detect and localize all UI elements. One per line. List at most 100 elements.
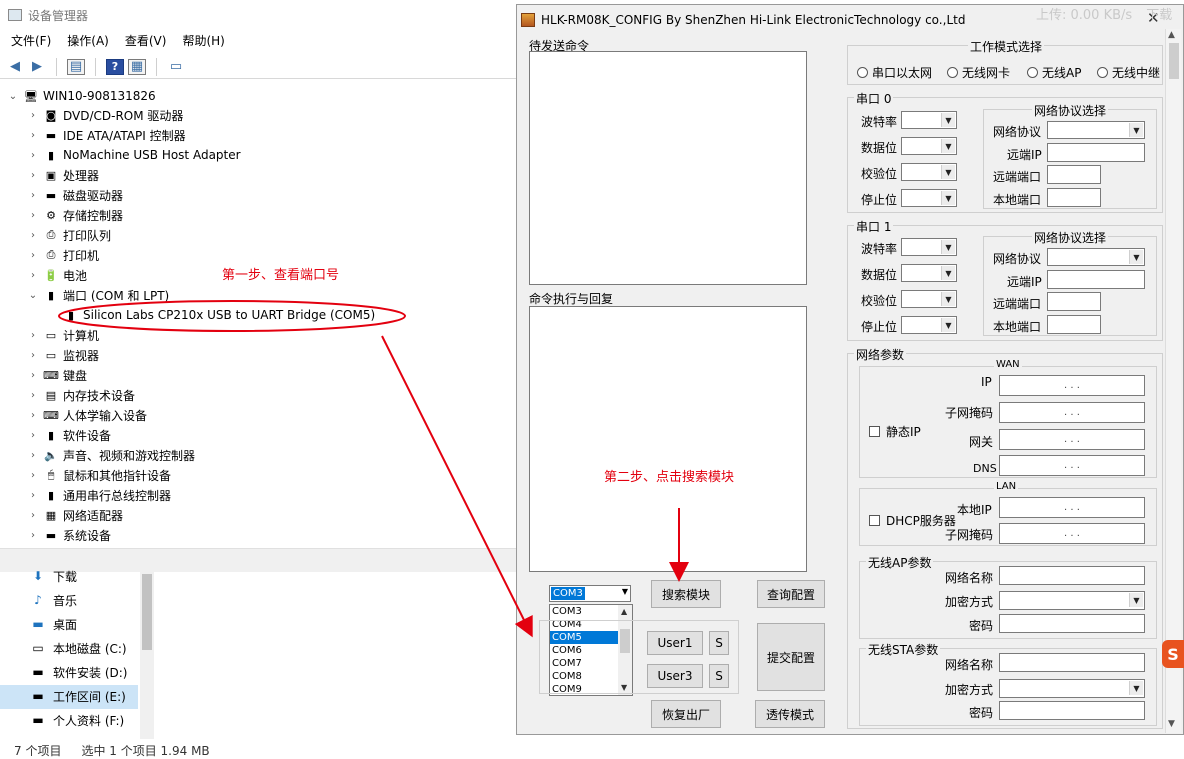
ime-s-icon[interactable]: S [1162, 640, 1184, 668]
sta-encryption-select[interactable]: ▼ [999, 679, 1145, 698]
serial0-local-port-input[interactable] [1047, 188, 1101, 207]
chevron-right-icon[interactable]: › [26, 170, 40, 181]
properties-icon[interactable]: ▤ [67, 58, 85, 75]
chevron-down-icon[interactable]: ▼ [941, 191, 955, 205]
serial0-parity-select[interactable]: ▼ [901, 163, 957, 181]
tree-item-memory[interactable]: › ▤ 内存技术设备 [26, 385, 135, 405]
serial0-baud-select[interactable]: ▼ [901, 111, 957, 129]
transparent-mode-button[interactable]: 透传模式 [755, 700, 825, 728]
radio-circle-icon[interactable] [947, 67, 958, 78]
dhcp-server-checkbox[interactable]: DHCP服务器 [869, 512, 956, 529]
submit-config-button[interactable]: 提交配置 [757, 623, 825, 691]
radio-circle-icon[interactable] [1027, 67, 1038, 78]
user1-button[interactable]: User1 [647, 631, 703, 655]
chevron-right-icon[interactable]: › [26, 210, 40, 221]
tree-item-ports[interactable]: ⌄ ▮ 端口 (COM 和 LPT) [26, 285, 169, 305]
radio-serial-ethernet[interactable]: 串口以太网 [857, 64, 932, 81]
send-command-textarea[interactable] [529, 51, 807, 285]
tree-item-dvd[interactable]: › ◙ DVD/CD-ROM 驱动器 [26, 105, 183, 125]
tree-item-printer[interactable]: › ⎙ 打印机 [26, 245, 99, 265]
checkbox-icon[interactable] [869, 515, 880, 526]
static-ip-checkbox[interactable]: 静态IP [869, 423, 921, 440]
tree-item-mouse[interactable]: › 🖱 鼠标和其他指针设备 [26, 465, 171, 485]
chevron-right-icon[interactable]: › [26, 190, 40, 201]
radio-circle-icon[interactable] [1097, 67, 1108, 78]
config-scrollbar[interactable]: ▲ ▼ [1165, 29, 1181, 733]
reply-textarea[interactable] [529, 306, 807, 572]
tree-item-ide[interactable]: › ▬ IDE ATA/ATAPI 控制器 [26, 125, 186, 145]
tree-item-cp210x[interactable]: ▮ Silicon Labs CP210x USB to UART Bridge … [60, 305, 375, 325]
com-option[interactable]: COM3 [550, 605, 618, 618]
nav-item-drive-d[interactable]: ▬ 软件安装 (D:) [30, 661, 127, 683]
user3-save-button[interactable]: S [709, 664, 729, 688]
tree-item-computer[interactable]: › ▭ 计算机 [26, 325, 99, 345]
serial1-remote-ip-input[interactable] [1047, 270, 1145, 289]
chevron-down-icon[interactable]: ▼ [941, 266, 955, 280]
menu-view[interactable]: 查看(V) [125, 32, 167, 52]
chevron-right-icon[interactable]: › [26, 430, 40, 441]
chevron-down-icon[interactable]: ▼ [941, 240, 955, 254]
scroll-up-icon[interactable]: ▲ [1168, 30, 1175, 40]
tree-item-processor[interactable]: › ▣ 处理器 [26, 165, 99, 185]
chevron-right-icon[interactable]: › [26, 450, 40, 461]
serial0-databits-select[interactable]: ▼ [901, 137, 957, 155]
ap-password-input[interactable] [999, 614, 1145, 633]
tree-item-nomachine[interactable]: › ▮ NoMachine USB Host Adapter [26, 145, 241, 165]
menu-help[interactable]: 帮助(H) [182, 32, 224, 52]
serial1-parity-select[interactable]: ▼ [901, 290, 957, 308]
wan-ip-input[interactable]: . . . [999, 375, 1145, 396]
horizontal-scrollbar[interactable] [0, 548, 516, 572]
chevron-down-icon[interactable]: ▼ [941, 165, 955, 179]
chevron-right-icon[interactable]: › [26, 470, 40, 481]
search-module-button[interactable]: 搜索模块 [651, 580, 721, 608]
chevron-down-icon[interactable]: ▼ [1129, 593, 1143, 607]
chevron-down-icon[interactable]: ▼ [1129, 250, 1143, 264]
checkbox-icon[interactable] [869, 426, 880, 437]
chevron-down-icon[interactable]: ▼ [941, 292, 955, 306]
serial1-stopbits-select[interactable]: ▼ [901, 316, 957, 334]
chevron-right-icon[interactable]: › [26, 150, 40, 161]
tree-item-battery[interactable]: › 🔋 电池 [26, 265, 87, 285]
chevron-down-icon[interactable]: ▼ [941, 318, 955, 332]
radio-wireless-ap[interactable]: 无线AP [1027, 64, 1081, 81]
radio-wireless-card[interactable]: 无线网卡 [947, 64, 1010, 81]
tree-item-print-queue[interactable]: › ⎙ 打印队列 [26, 225, 111, 245]
tree-item-monitor[interactable]: › ▭ 监视器 [26, 345, 99, 365]
radio-circle-icon[interactable] [857, 67, 868, 78]
chevron-down-icon[interactable]: ▼ [622, 587, 628, 596]
scroll-up-icon[interactable]: ▲ [621, 607, 627, 616]
nav-item-music[interactable]: ♪ 音乐 [30, 589, 77, 611]
chevron-right-icon[interactable]: › [26, 330, 40, 341]
chevron-right-icon[interactable]: › [26, 530, 40, 541]
scrollbar-thumb[interactable] [142, 574, 152, 650]
scrollbar-thumb[interactable] [1169, 43, 1179, 79]
ap-ssid-input[interactable] [999, 566, 1145, 585]
com-port-select[interactable]: COM3 ▼ [549, 585, 631, 602]
chevron-down-icon[interactable]: ⌄ [6, 91, 20, 102]
wan-mask-input[interactable]: . . . [999, 402, 1145, 423]
serial0-remote-ip-input[interactable] [1047, 143, 1145, 162]
tree-item-storage[interactable]: › ⚙ 存储控制器 [26, 205, 123, 225]
chevron-right-icon[interactable]: › [26, 510, 40, 521]
menu-file[interactable]: 文件(F) [11, 32, 51, 52]
serial0-protocol-select[interactable]: ▼ [1047, 121, 1145, 139]
tree-root[interactable]: ⌄ 🖥 WIN10-908131826 [6, 86, 156, 106]
sta-ssid-input[interactable] [999, 653, 1145, 672]
tree-item-network[interactable]: › ▦ 网络适配器 [26, 505, 123, 525]
action-pane-icon[interactable]: ▦ [128, 58, 146, 75]
user1-save-button[interactable]: S [709, 631, 729, 655]
serial1-protocol-select[interactable]: ▼ [1047, 248, 1145, 266]
help-icon[interactable]: ? [106, 58, 124, 75]
nav-scrollbar[interactable] [140, 572, 154, 739]
factory-reset-button[interactable]: 恢复出厂 [651, 700, 721, 728]
chevron-right-icon[interactable]: › [26, 110, 40, 121]
serial1-databits-select[interactable]: ▼ [901, 264, 957, 282]
tree-item-sound[interactable]: › 🔈 声音、视频和游戏控制器 [26, 445, 195, 465]
sta-password-input[interactable] [999, 701, 1145, 720]
nav-item-drive-c[interactable]: ▭ 本地磁盘 (C:) [30, 637, 126, 659]
chevron-right-icon[interactable]: › [26, 370, 40, 381]
user3-button[interactable]: User3 [647, 664, 703, 688]
tree-item-hid[interactable]: › ⌨ 人体学输入设备 [26, 405, 147, 425]
nav-item-desktop[interactable]: ▬ 桌面 [30, 613, 77, 635]
tree-item-software[interactable]: › ▮ 软件设备 [26, 425, 111, 445]
